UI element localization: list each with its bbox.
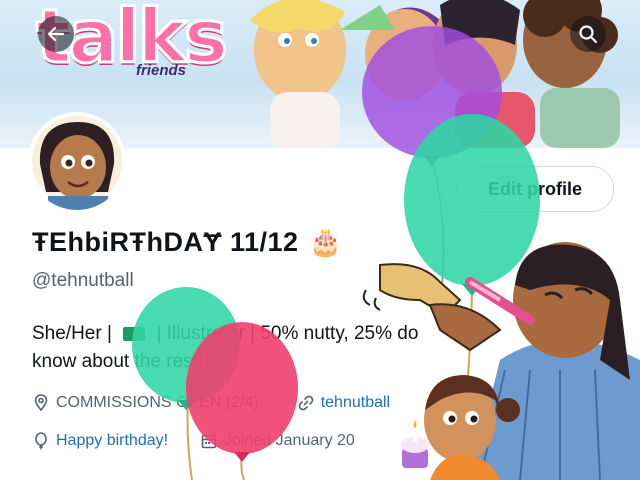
profile-bio: She/Her | | Illustrator | 50% nutty, 25%… — [32, 320, 632, 376]
profile-location: COMMISSIONS OPEN (2/4) — [56, 394, 259, 411]
joined-date: Joined January 20 — [224, 432, 355, 449]
birthday-cake-icon: 🎂 — [308, 227, 343, 257]
profile-website-link[interactable]: tehnutball — [321, 394, 390, 412]
banner-logo-subtitle: friends — [136, 62, 187, 79]
search-icon — [579, 25, 598, 44]
green-balloon-left — [132, 287, 240, 480]
bio-text-line2: know about the rest! — [32, 351, 204, 372]
child-character-illustration — [401, 375, 520, 480]
avatar-illustration — [32, 116, 122, 210]
edit-profile-button[interactable]: Edit profile — [456, 166, 614, 212]
user-handle: @tehnutball — [32, 270, 134, 291]
display-name-text: ŦEhbiRŦhDAɎ 11/12 — [32, 226, 299, 257]
bio-text-description: | Illustrator | 50% nutty, 25% — [151, 323, 398, 344]
location-pin-icon — [34, 394, 48, 412]
birthday-link[interactable]: Happy birthday! — [56, 432, 168, 450]
link-icon — [298, 395, 314, 411]
arrow-left-icon — [47, 26, 65, 42]
calendar-icon — [201, 434, 217, 449]
balloon-icon — [35, 432, 47, 450]
display-name: ŦEhbiRŦhDAɎ 11/12 🎂 — [32, 226, 343, 258]
search-button[interactable] — [570, 16, 606, 52]
profile-meta-row-2: Happy birthday! Joined January 20 — [32, 432, 355, 450]
flag-icon — [123, 326, 146, 341]
profile-avatar[interactable] — [28, 112, 126, 210]
back-button[interactable] — [38, 16, 74, 52]
bio-text-pronouns: She/Her | — [32, 323, 118, 344]
bio-text-continuation: do — [397, 323, 419, 344]
profile-meta-row: COMMISSIONS OPEN (2/4) tehnutball — [32, 394, 390, 412]
